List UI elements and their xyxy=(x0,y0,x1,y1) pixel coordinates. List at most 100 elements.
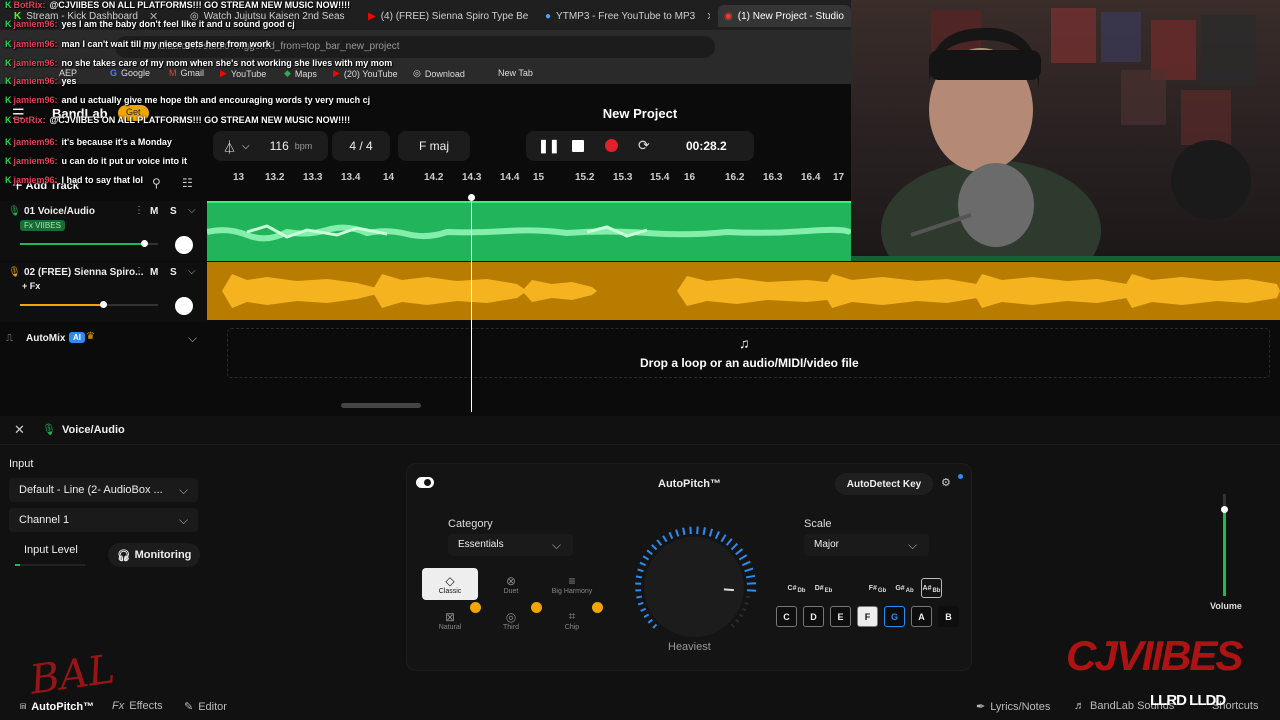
chat-username: jamiem96: xyxy=(13,19,58,29)
monitoring-button[interactable]: 🎧︎ Monitoring xyxy=(108,543,200,567)
playhead[interactable] xyxy=(468,194,475,412)
volume-thumb[interactable] xyxy=(99,301,107,308)
chevron-down-icon[interactable]: ⌵ xyxy=(188,266,196,277)
natural-key-button[interactable]: C xyxy=(776,606,797,627)
webcam-scene xyxy=(881,8,1256,256)
chevron-down-icon[interactable]: ⌵ xyxy=(188,331,197,346)
volume-fill xyxy=(1223,509,1226,596)
track-header-voice[interactable]: 🎙︎ 01 Voice/Audio ⋮ M S ⌵ Fx VIIBES xyxy=(0,201,207,261)
chat-username: BotRix: xyxy=(13,115,46,125)
knob-tick xyxy=(651,544,658,551)
sharp-key-button[interactable]: D# Eb xyxy=(813,578,834,598)
sharp-key-label: D# xyxy=(814,584,824,592)
chat-username: jamiem96: xyxy=(13,137,58,147)
knob-tick xyxy=(636,595,643,599)
microphone-icon: 🎙︎ xyxy=(42,424,56,436)
chat-username: jamiem96: xyxy=(13,76,58,86)
volume-thumb[interactable] xyxy=(141,240,149,247)
fx-badge[interactable]: Fx VIIBES xyxy=(20,220,65,231)
natural-key-button[interactable]: E xyxy=(830,606,851,627)
input-level-fill xyxy=(15,564,20,566)
style-classic-button[interactable]: ◇ Classic xyxy=(422,568,478,600)
stream-chat-overlay: K BotRix: @CJVIIBES ON ALL PLATFORMS!!! GO… xyxy=(0,0,851,190)
sharp-key-button[interactable]: A# Bb xyxy=(921,578,942,598)
more-options-icon[interactable]: ⋮ xyxy=(134,266,144,277)
chevron-down-icon: ⌵ xyxy=(908,538,918,552)
playhead-handle[interactable] xyxy=(468,194,475,201)
pan-knob[interactable] xyxy=(175,236,193,254)
natural-key-button[interactable]: G xyxy=(884,606,905,627)
autodetect-key-button[interactable]: AutoDetect Key xyxy=(835,473,933,495)
track-lane-sienna[interactable] xyxy=(207,262,1280,320)
knob-tick xyxy=(744,601,749,605)
input-label: Input xyxy=(9,458,34,470)
pan-knob[interactable] xyxy=(175,297,193,315)
knob-tick xyxy=(730,542,739,551)
chip-icon: ⌗ xyxy=(568,609,576,623)
chat-text: man I can't wait till my niece gets here… xyxy=(61,39,271,49)
automix-label[interactable]: AutoMix xyxy=(26,333,65,344)
automix-icon: ⎍ xyxy=(6,333,13,344)
toggle-knob xyxy=(424,479,431,486)
chevron-down-icon[interactable]: ⌵ xyxy=(188,205,196,216)
solo-button[interactable]: S xyxy=(170,267,177,278)
tab-effects[interactable]: Fx Effects xyxy=(112,700,163,712)
chat-text: u can do it put ur voice into it xyxy=(61,156,188,166)
knob-tick xyxy=(652,623,658,629)
channel-select[interactable]: Channel 1 ⌵ xyxy=(9,508,198,532)
knob-tick xyxy=(637,568,644,573)
chat-username: jamiem96: xyxy=(13,58,58,68)
master-volume-slider[interactable] xyxy=(1221,494,1228,596)
kick-badge-icon: K xyxy=(5,76,12,86)
track-name[interactable]: 01 Voice/Audio xyxy=(24,206,95,217)
track-lane-voice[interactable] xyxy=(206,201,854,261)
natural-key-button[interactable]: A xyxy=(911,606,932,627)
scale-select[interactable]: Major ⌵ xyxy=(804,534,929,556)
natural-key-button[interactable]: D xyxy=(803,606,824,627)
tab-editor[interactable]: ✎ Editor xyxy=(184,700,227,714)
add-fx-button[interactable]: + Fx xyxy=(22,281,40,291)
chat-message: Kjamiem96: no she takes care of my mom wh… xyxy=(5,58,392,68)
more-options-icon[interactable]: ⋮ xyxy=(134,205,144,216)
panel-track-title: Voice/Audio xyxy=(62,424,125,436)
mute-button[interactable]: M xyxy=(150,267,158,278)
horizontal-scrollbar[interactable] xyxy=(341,403,421,408)
mute-button[interactable]: M xyxy=(150,206,158,217)
sounds-icon: ♬ xyxy=(1074,700,1085,712)
category-select[interactable]: Essentials ⌵ xyxy=(448,534,573,556)
solo-button[interactable]: S xyxy=(170,206,177,217)
chat-message: Kjamiem96: yes xyxy=(5,76,77,86)
volume-slider[interactable] xyxy=(20,301,158,308)
knob-tick xyxy=(720,534,727,543)
volume-slider[interactable] xyxy=(20,240,158,247)
knob-tick xyxy=(639,561,647,567)
sharp-key-label: F# xyxy=(868,584,877,592)
tab-autopitch[interactable]: ⩎ AutoPitch™ xyxy=(20,700,94,713)
settings-sliders-icon[interactable]: ⚙ xyxy=(941,476,951,489)
sharp-key-label: G# xyxy=(895,584,905,592)
track-name[interactable]: 02 (FREE) Sienna Spiro... xyxy=(24,267,143,278)
chevron-down-icon: ⌵ xyxy=(179,483,189,497)
input-device-select[interactable]: Default - Line (2- AudioBox ... ⌵ xyxy=(9,478,198,502)
style-big-harmony-button[interactable]: ≡ Big Harmony xyxy=(544,568,600,600)
knob-tick xyxy=(746,589,757,592)
knob-tick xyxy=(643,613,650,618)
chat-message: K BotRix: @CJVIIBES ON ALL PLATFORMS!!! GO… xyxy=(5,115,350,125)
correction-knob[interactable] xyxy=(629,522,759,652)
natural-key-button[interactable]: B xyxy=(938,606,959,627)
close-icon[interactable]: ✕ xyxy=(14,422,25,438)
footer-tag: LLRD LLDD xyxy=(1150,692,1226,709)
autopitch-toggle[interactable] xyxy=(416,477,434,488)
natural-icon: ⊠ xyxy=(444,609,456,624)
lyrics-notes-button[interactable]: ✒ Lyrics/Notes xyxy=(976,700,1050,714)
sharp-key-button[interactable]: C# Db xyxy=(786,578,807,598)
sharp-key-button[interactable]: G# Ab xyxy=(894,578,915,598)
style-duet-button[interactable]: ⊗ Duet xyxy=(483,568,539,600)
natural-key-button[interactable]: F xyxy=(857,606,878,627)
sharp-key-button[interactable]: F# Gb xyxy=(867,578,888,598)
drop-zone[interactable]: ♫ Drop a loop or an audio/MIDI/video fil… xyxy=(227,328,1270,378)
chat-username: jamiem96: xyxy=(13,39,58,49)
track-header-sienna[interactable]: 🎙︎ 02 (FREE) Sienna Spiro... ⋮ M S ⌵ + F… xyxy=(0,262,207,322)
flat-key-label: Gb xyxy=(877,588,887,594)
flat-key-label: Db xyxy=(797,588,806,594)
